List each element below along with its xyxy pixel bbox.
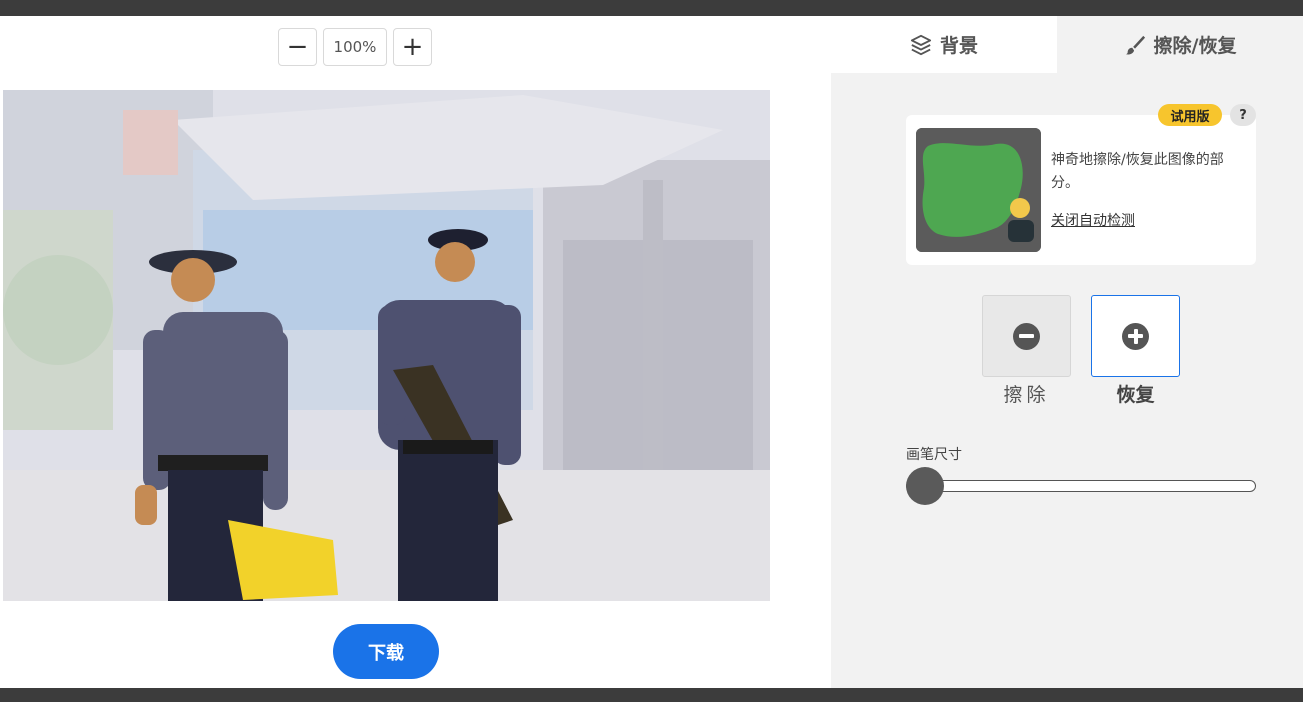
tab-erase-restore[interactable]: 擦除/恢复 (1057, 16, 1303, 73)
tab-erase-restore-label: 擦除/恢复 (1153, 35, 1237, 57)
tools-panel: 背景 擦除/恢复 神奇地擦除/恢复此图像的部分。 关闭自动检测 试用版 ? 擦除… (831, 16, 1303, 688)
auto-detect-card: 神奇地擦除/恢复此图像的部分。 关闭自动检测 (906, 115, 1256, 265)
zoom-in-button[interactable]: + (393, 28, 432, 66)
trial-badge: 试用版 (1158, 104, 1222, 126)
brush-icon (1125, 35, 1145, 54)
erase-mode-button[interactable] (982, 295, 1071, 377)
restore-mode-label: 恢复 (1116, 384, 1155, 406)
restore-mode-button[interactable] (1091, 295, 1180, 377)
edited-photo[interactable] (3, 90, 770, 601)
zoom-out-button[interactable]: − (278, 28, 317, 66)
panel-tabs: 背景 擦除/恢复 (831, 16, 1303, 73)
plus-circle-icon (1122, 322, 1149, 350)
brush-size-label: 画笔尺寸 (906, 447, 962, 463)
promo-description: 神奇地擦除/恢复此图像的部分。 (1051, 152, 1224, 191)
disable-auto-detect-link[interactable]: 关闭自动检测 (1051, 210, 1135, 230)
zoom-controls: − 100% + (278, 28, 432, 66)
tab-background[interactable]: 背景 (831, 16, 1057, 73)
help-button[interactable]: ? (1230, 104, 1256, 126)
brush-size-slider[interactable] (906, 480, 1256, 492)
download-button[interactable]: 下载 (333, 624, 439, 679)
background-page-strip-bottom (0, 688, 1303, 702)
photo-canvas (3, 90, 770, 601)
editor-area: − 100% + 下载 (0, 16, 831, 688)
background-removal-dialog: − 100% + 下载 背景 擦除/恢复 神奇地擦除/恢复此图像的部分。 关闭自… (0, 16, 1303, 688)
erase-mode-label: 擦除 (1003, 384, 1050, 406)
demo-thumbnail-graphic (916, 128, 1041, 252)
zoom-level: 100% (323, 28, 387, 66)
demo-thumbnail (916, 128, 1041, 252)
minus-circle-icon (1013, 322, 1040, 350)
tab-background-label: 背景 (939, 35, 978, 57)
brush-size-handle[interactable] (906, 467, 944, 505)
background-page-strip-top (0, 0, 1303, 16)
layers-icon (910, 34, 932, 55)
